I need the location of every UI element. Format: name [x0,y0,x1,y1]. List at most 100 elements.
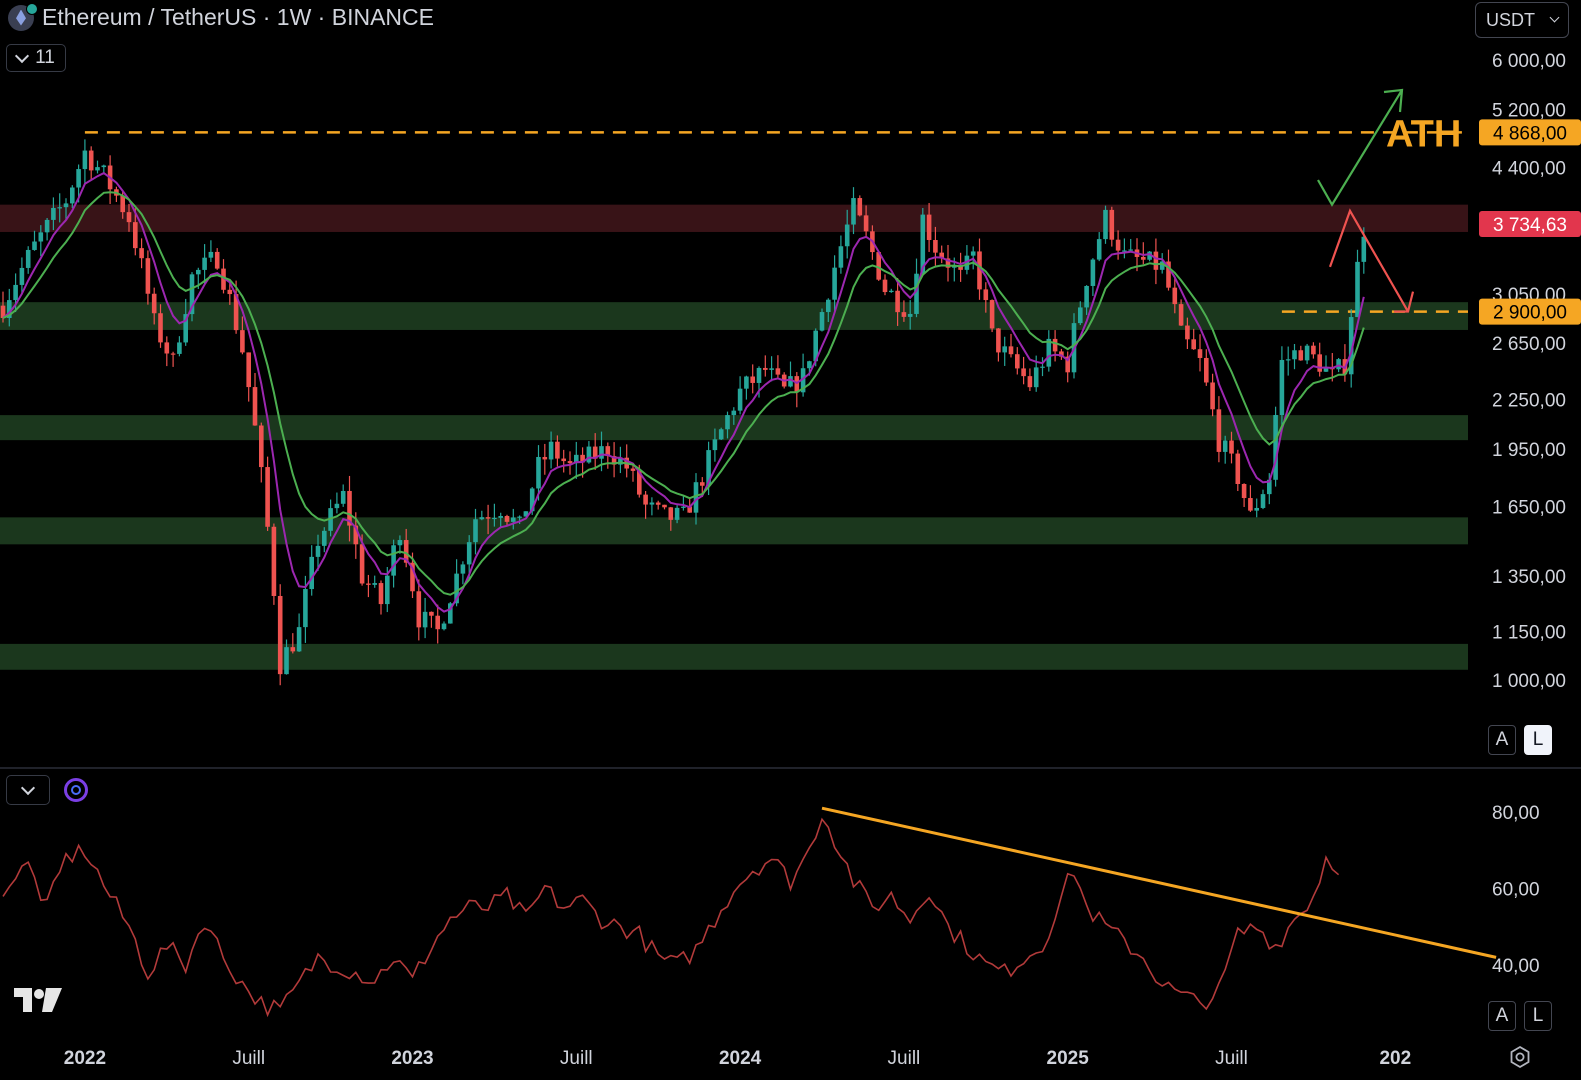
time-tick: 2022 [64,1048,106,1069]
indicators-toggle-button[interactable]: 11 [6,44,66,72]
currency-label: USDT [1486,9,1535,30]
candle [1052,338,1058,352]
candle [668,507,674,520]
currency-select[interactable]: USDT [1475,2,1569,38]
zone-support-4 [0,643,1468,670]
candle [366,583,371,585]
candle [397,540,403,546]
candle [1235,453,1241,485]
scenario-arrows: ATH [1317,88,1461,313]
candle [51,207,56,220]
chevron-down-icon [20,780,36,795]
osc-log-scale-button[interactable]: L [1524,1001,1552,1031]
candle [196,269,201,275]
candle [826,299,831,313]
candle [504,515,510,522]
candle [655,502,661,505]
candle [277,595,283,675]
candle [441,623,447,630]
osc-tick: 40,00 [1492,956,1540,977]
candle [1178,304,1184,326]
price-axis[interactable]: 6 000,005 200,004 400,003 050,002 650,00… [1492,51,1566,692]
price-tick: 1 650,00 [1492,498,1566,519]
candle [25,249,31,268]
candle [933,240,938,253]
candle [1336,359,1341,370]
chart-canvas[interactable]: ATH 6 000,005 200,004 400,003 050,002 65… [0,0,1581,1080]
candle [794,376,800,393]
candle [82,150,88,170]
price-tick: 2 650,00 [1492,334,1566,355]
time-tick: 2023 [391,1048,433,1069]
candle [567,461,573,464]
oscillator-collapse-button[interactable] [6,775,50,805]
candle [435,615,440,630]
symbol-title[interactable]: Ethereum / TetherUS · 1W · BINANCE [42,4,434,31]
candle [662,504,667,508]
candle [145,258,151,294]
candle [1153,251,1159,270]
candle [844,224,850,247]
candle [1128,249,1133,251]
candle [259,425,264,468]
candle [1260,494,1266,508]
candle [1141,256,1146,260]
candle [57,207,62,209]
osc-auto-scale-button[interactable]: A [1488,1001,1516,1031]
candle [1033,367,1039,388]
candle [120,195,125,213]
price-tick: 6 000,00 [1492,51,1566,72]
candle [498,515,503,518]
candle [643,494,648,505]
candle [70,187,75,204]
time-tick: 2024 [719,1048,762,1069]
candle [378,583,384,605]
auto-scale-button[interactable]: A [1488,725,1516,755]
candle [536,457,541,489]
zone-support-3 [0,517,1468,545]
zone-resistance-0 [0,204,1468,232]
candle [32,241,37,250]
candle [1361,236,1367,262]
tradingview-logo-icon[interactable] [12,986,64,1014]
candle [561,458,566,462]
candle [284,647,289,675]
candle [970,251,976,256]
candle [517,516,522,518]
candle [1040,366,1045,368]
candle [712,439,718,451]
candle [1229,440,1234,454]
candle [492,517,497,520]
candle [485,517,491,519]
candle [599,446,604,459]
price-tick: 1 950,00 [1492,440,1566,461]
candle [889,290,894,293]
candle [1210,382,1215,410]
candle [586,446,592,463]
candle [1216,409,1222,452]
candle [63,203,69,208]
candle [1115,239,1121,251]
candle [13,284,18,301]
candle [158,313,163,343]
candle [1317,354,1322,372]
candle [775,368,781,375]
candle [1222,440,1228,452]
symbol-header[interactable]: Ethereum / TetherUS · 1W · BINANCE [8,2,434,31]
candle [372,583,377,585]
candle [1254,507,1259,511]
time-axis[interactable]: 2022 Juill 2023 Juill 2024 Juill 2025 Juill 202 [64,1048,1411,1069]
log-scale-button[interactable]: L [1524,725,1552,755]
candle [725,415,730,430]
price-tick: 1 150,00 [1492,623,1566,644]
candle [1015,354,1020,369]
sync-icon[interactable] [64,778,88,802]
settings-gear-icon[interactable] [1508,1045,1532,1069]
price-tick: 1 350,00 [1492,567,1566,588]
candle [1298,350,1304,361]
oscillator-axis[interactable]: 80,00 60,00 40,00 [1492,803,1540,977]
candle [1304,345,1310,361]
candle [907,313,913,317]
candle [555,441,560,459]
candle [139,248,144,259]
